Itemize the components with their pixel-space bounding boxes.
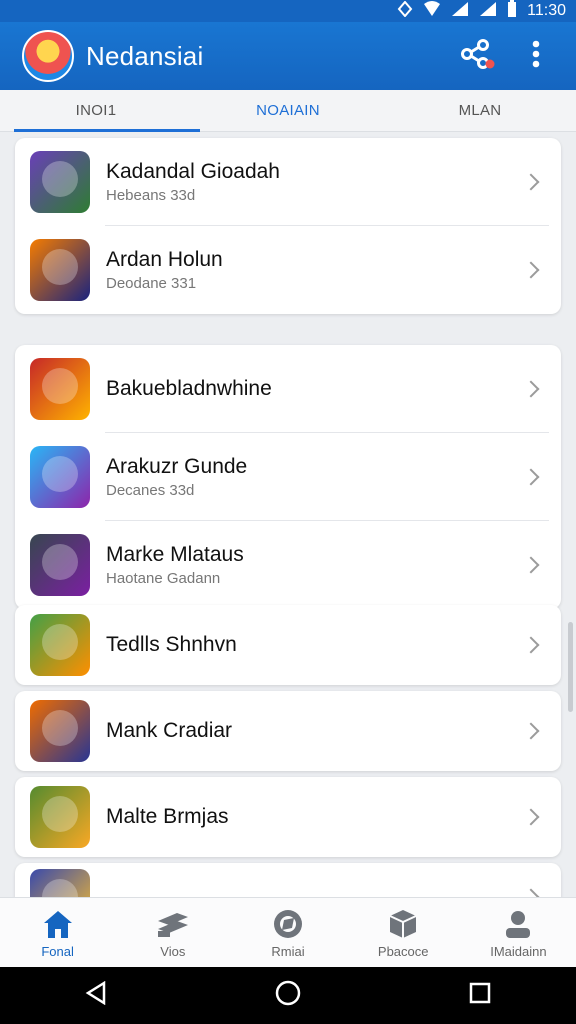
home-system-button[interactable]	[258, 974, 318, 1018]
app-thumbnail	[30, 869, 90, 897]
item-title: Tedlls Shnhvn	[106, 633, 237, 656]
list-item[interactable]: Ardan Holun Deodane 331	[15, 226, 561, 314]
list-card: Tedlls Shnhvn	[15, 605, 561, 685]
list-card	[15, 863, 561, 897]
chevron-right-icon	[522, 173, 540, 191]
game-list[interactable]: Kadandal Gioadah Hebeans 33d Ardan Holun D…	[0, 132, 576, 897]
home-icon	[40, 907, 76, 941]
chevron-right-icon	[522, 722, 540, 740]
nav-label: Rmiai	[271, 943, 305, 959]
list-card: Bakuebladnwhine Arakuzr Gunde Decanes 33d…	[15, 345, 561, 609]
app-thumbnail	[30, 534, 90, 596]
nav-item-vios[interactable]: Vios	[115, 898, 230, 967]
list-item[interactable]: Tedlls Shnhvn	[15, 605, 561, 685]
recents-square-icon	[469, 982, 491, 1009]
chevron-right-icon	[522, 636, 540, 654]
item-title: Marke Mlataus	[106, 542, 244, 566]
tab-2[interactable]: NOAIAIN	[192, 90, 384, 131]
app-bar: Nedansiai	[0, 22, 576, 90]
tab-1-label: INOI1	[75, 102, 117, 119]
item-title: Malte Brmjas	[106, 805, 229, 828]
chevron-right-icon	[522, 808, 540, 826]
box-icon	[385, 907, 421, 941]
nav-item-rmiai[interactable]: Rmiai	[230, 898, 345, 967]
app-thumbnail	[30, 700, 90, 762]
list-item[interactable]: Malte Brmjas	[15, 777, 561, 857]
cards-icon	[155, 907, 191, 941]
globe-icon	[270, 907, 306, 941]
app-thumbnail	[30, 446, 90, 508]
app-thumbnail	[30, 786, 90, 848]
item-title: Bakuebladnwhine	[106, 377, 272, 400]
tab-3-label: MLAN	[458, 102, 502, 119]
more-vertical-icon	[532, 40, 540, 73]
wifi-icon	[423, 0, 441, 22]
item-subtitle: Hebeans 33d	[106, 186, 196, 204]
more-options-button[interactable]	[516, 36, 556, 76]
app-thumbnail	[30, 239, 90, 301]
tab-1[interactable]: INOI1	[0, 90, 192, 131]
battery-icon	[507, 0, 517, 23]
location-icon	[397, 0, 413, 22]
nav-label: IMaidainn	[490, 943, 547, 959]
back-button[interactable]	[66, 974, 126, 1018]
share-button[interactable]	[458, 36, 498, 76]
nav-item-home[interactable]: Fonal	[0, 898, 115, 967]
list-item[interactable]: Marke Mlataus Haotane Gadann	[15, 521, 561, 609]
status-bar: 11:30	[0, 0, 576, 22]
chevron-right-icon	[522, 261, 540, 279]
recents-button[interactable]	[450, 974, 510, 1018]
tab-2-label: NOAIAIN	[256, 102, 320, 119]
nav-label: Fonal	[41, 943, 74, 959]
nav-item-profile[interactable]: IMaidainn	[461, 898, 576, 967]
item-subtitle: Decanes 33d	[106, 481, 195, 499]
person-icon	[500, 907, 536, 941]
item-title: Kadandal Gioadah	[106, 159, 280, 183]
list-item[interactable]: Arakuzr Gunde Decanes 33d	[15, 433, 561, 521]
list-item[interactable]: Bakuebladnwhine	[15, 345, 561, 433]
signal-icon-2	[479, 1, 497, 22]
app-thumbnail	[30, 358, 90, 420]
item-title: Mank Cradiar	[106, 719, 233, 742]
app-thumbnail	[30, 151, 90, 213]
list-item[interactable]: Kadandal Gioadah Hebeans 33d	[15, 138, 561, 226]
item-subtitle: Deodane 331	[106, 274, 197, 292]
list-card: Kadandal Gioadah Hebeans 33d Ardan Holun D…	[15, 138, 561, 314]
system-navigation-bar	[0, 967, 576, 1024]
home-circle-icon	[275, 980, 301, 1011]
status-time: 11:30	[527, 2, 566, 19]
chevron-right-icon	[522, 380, 540, 398]
nav-item-pbacoce[interactable]: Pbacoce	[346, 898, 461, 967]
nav-label: Pbacoce	[377, 943, 429, 959]
item-title: Ardan Holun	[106, 247, 223, 271]
share-icon	[461, 38, 495, 74]
list-item[interactable]: Mank Cradiar	[15, 691, 561, 771]
app-title: Nedansiai	[86, 40, 204, 71]
back-triangle-icon	[85, 980, 107, 1010]
chevron-right-icon	[522, 468, 540, 486]
bottom-navigation: Fonal Vios Rmiai Pbacoce IMaidainn	[0, 897, 576, 967]
tab-bar: INOI1 NOAIAIN MLAN	[0, 90, 576, 132]
chevron-right-icon	[522, 888, 540, 897]
list-item[interactable]	[15, 863, 561, 897]
app-actions	[458, 36, 576, 76]
item-title: Arakuzr Gunde	[106, 454, 248, 478]
list-card: Mank Cradiar	[15, 691, 561, 771]
chevron-right-icon	[522, 556, 540, 574]
signal-icon	[451, 1, 469, 22]
app-logo	[22, 30, 74, 82]
app-thumbnail	[30, 614, 90, 676]
tab-3[interactable]: MLAN	[384, 90, 576, 131]
item-subtitle: Haotane Gadann	[106, 569, 221, 587]
list-card: Malte Brmjas	[15, 777, 561, 857]
scrollbar[interactable]	[568, 622, 573, 712]
nav-label: Vios	[160, 943, 186, 959]
